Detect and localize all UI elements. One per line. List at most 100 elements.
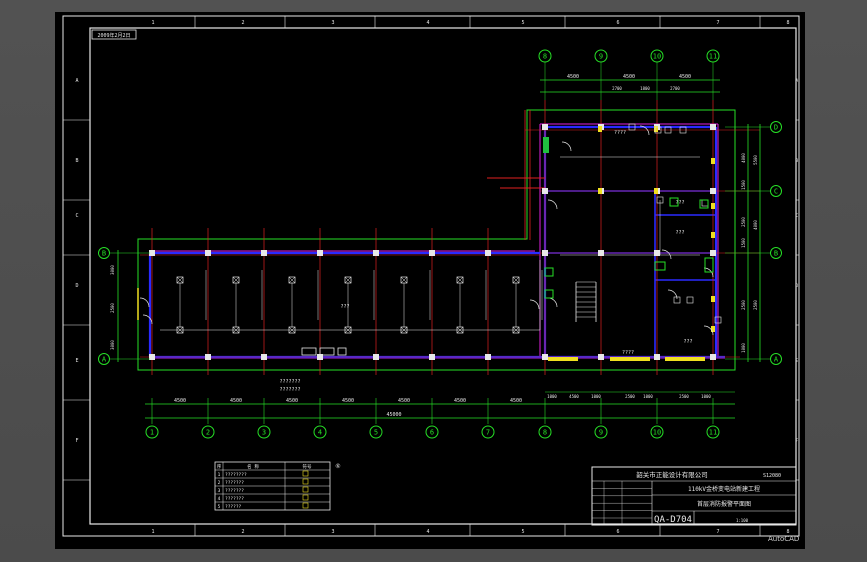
cad-viewport[interactable]: 1 2 3 4 5 6 7 8 1 2 3 4 5 6 7 8 A B C D E F A B C D E F 2009年2月2日???… xyxy=(0,0,867,562)
window-mark xyxy=(711,158,715,164)
room-label: ??? xyxy=(675,200,684,206)
legend-symbol xyxy=(302,486,309,493)
legend-row-name: ???????? xyxy=(225,472,247,478)
door-swing xyxy=(667,289,678,300)
window-mark xyxy=(598,188,602,194)
dimension-text: 4500 xyxy=(569,394,579,399)
window-mark xyxy=(665,357,705,361)
door-swing xyxy=(139,297,150,308)
grid-bubble-label: 1 xyxy=(150,429,154,437)
legend-row-name: ?????? xyxy=(225,504,242,510)
window-mark xyxy=(654,188,658,194)
grid-bubble-label: 11 xyxy=(709,53,717,61)
grid-bubble-label: 11 xyxy=(709,429,717,437)
legend-symbol xyxy=(302,502,309,509)
note-label: ??????? xyxy=(279,379,300,385)
dimension-text: 1000 xyxy=(547,394,557,399)
legend-header: 序 xyxy=(217,463,222,470)
grid-bubble-label: D xyxy=(774,124,778,132)
column xyxy=(317,250,323,256)
dimension-text: 4500 xyxy=(623,74,635,80)
grid-bubble-label: 9 xyxy=(599,53,603,61)
legend-symbol xyxy=(302,494,309,501)
legend-symbol xyxy=(302,470,309,477)
device-green xyxy=(544,267,554,277)
date-stamp: 2009年2月2日 xyxy=(97,32,130,39)
column xyxy=(261,354,267,360)
border-letter-right: D xyxy=(796,283,799,288)
column xyxy=(542,354,548,360)
grid-bubble-label: C xyxy=(774,188,778,196)
site-outline xyxy=(137,109,736,371)
room-label: ???? xyxy=(622,350,634,356)
grid-bubble-label: 9 xyxy=(599,429,603,437)
dimension-text: 3000 xyxy=(110,340,115,350)
stair-equipment xyxy=(543,137,549,153)
border-letter-right: E xyxy=(796,358,799,363)
border-letter-left: C xyxy=(75,213,78,219)
border-letter-left: A xyxy=(75,78,78,84)
dimension-text: 4000 xyxy=(753,220,758,230)
border-number-bottom: 1 xyxy=(151,529,154,535)
column xyxy=(205,354,211,360)
sheet-inner-border xyxy=(89,27,797,525)
border-number-top: 5 xyxy=(521,20,524,26)
column xyxy=(542,250,548,256)
column xyxy=(598,354,604,360)
border-number-bottom: 5 xyxy=(521,529,524,535)
border-number-top: 1 xyxy=(151,20,154,26)
dimension-text: 1000 xyxy=(643,394,653,399)
border-number-top: 4 xyxy=(426,20,429,26)
grid-bubble-label: 2 xyxy=(206,429,210,437)
dimension-text: 3000 xyxy=(110,265,115,275)
border-letter-left: D xyxy=(75,283,78,289)
border-number-bottom: 4 xyxy=(426,529,429,535)
dimension-text: 2500 xyxy=(110,303,115,313)
column xyxy=(485,250,491,256)
legend-mark: ⑥ xyxy=(335,463,340,470)
column xyxy=(261,250,267,256)
note-label: ??????? xyxy=(279,387,300,393)
dimension-text: 2700 xyxy=(670,86,680,91)
dimension-text: 2500 xyxy=(753,300,758,310)
dimension-text: 2500 xyxy=(741,217,746,227)
border-number-top: 7 xyxy=(716,20,719,26)
window-mark xyxy=(711,203,715,209)
column xyxy=(710,124,716,130)
app-name-label: AutoCAD xyxy=(768,535,800,543)
window-mark xyxy=(610,357,650,361)
column xyxy=(373,250,379,256)
dimension-text: 1000 xyxy=(701,394,711,399)
border-number-bottom: 7 xyxy=(716,529,719,535)
sheet-outer-border xyxy=(62,15,800,537)
column xyxy=(654,354,660,360)
dimension-text: 4000 xyxy=(741,153,746,163)
border-letter-right: C xyxy=(796,213,799,218)
border-letter-right: A xyxy=(796,78,799,83)
legend-row-no: 3 xyxy=(218,488,221,494)
title-project: 110kV金桥变电站新建工程 xyxy=(688,485,760,493)
column xyxy=(429,250,435,256)
room-label: ???? xyxy=(614,130,626,136)
legend-header: 名 称 xyxy=(247,463,259,470)
column xyxy=(373,354,379,360)
border-letter-right: F xyxy=(796,438,799,443)
legend-row-name: ??????? xyxy=(225,480,244,486)
dimension-text: 1500 xyxy=(741,180,746,190)
device xyxy=(686,296,694,304)
dimension-text: 4500 xyxy=(342,398,354,404)
dimension-text: 1800 xyxy=(640,86,650,91)
grid-bubble-label: 3 xyxy=(262,429,266,437)
column xyxy=(485,354,491,360)
door-swing xyxy=(529,299,540,310)
device xyxy=(701,199,709,207)
window-mark xyxy=(711,326,715,332)
border-letter-right: B xyxy=(796,158,799,163)
dimension-text: 2700 xyxy=(612,86,622,91)
dimension-text: 2500 xyxy=(741,300,746,310)
device-green xyxy=(699,199,709,209)
room-label: ??? xyxy=(683,339,692,345)
border-number-bottom: 6 xyxy=(616,529,619,535)
border-letter-left: B xyxy=(75,158,78,164)
border-number-top: 2 xyxy=(241,20,244,26)
